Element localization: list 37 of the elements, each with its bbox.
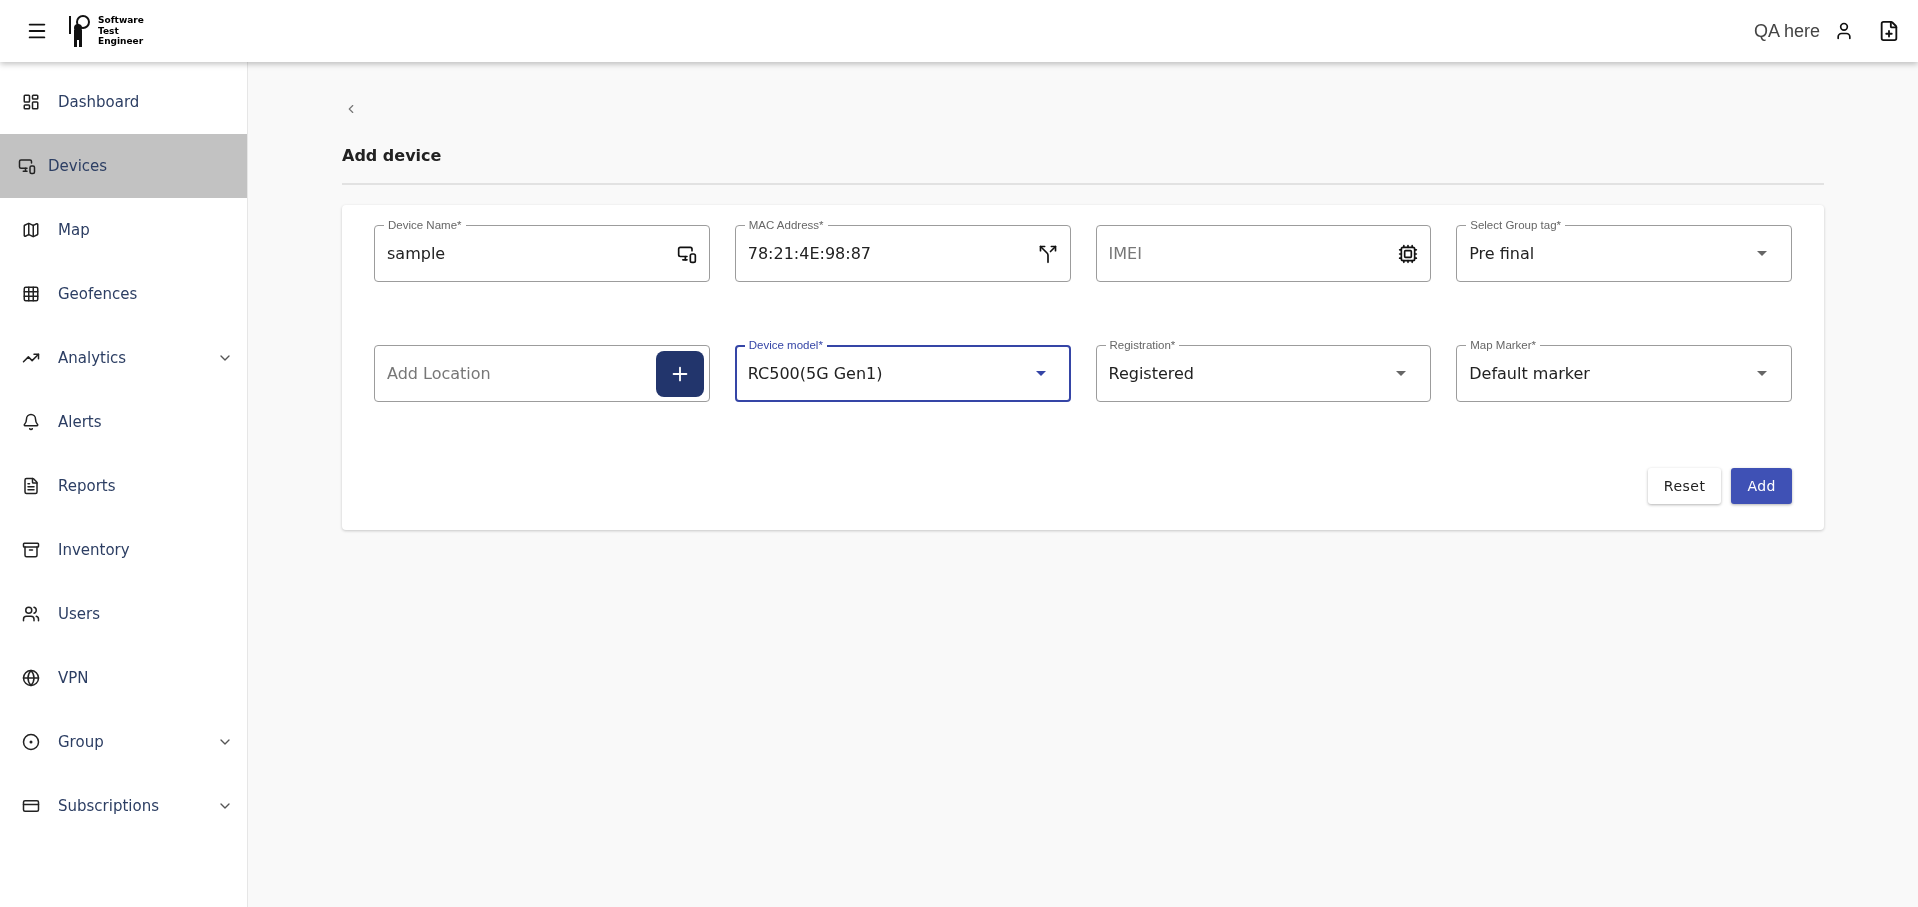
user-icon[interactable] (1834, 21, 1854, 41)
chip-icon (1398, 243, 1419, 264)
bell-icon (22, 413, 40, 431)
user-name: QA here (1753, 20, 1820, 42)
dropdown-caret-icon (1757, 251, 1767, 256)
circle-icon (22, 733, 40, 751)
dashboard-icon (22, 93, 40, 111)
sidebar-item[interactable]: Analytics (0, 326, 247, 390)
dropdown-caret-icon (1396, 371, 1407, 376)
dropdown-caret-icon (1757, 371, 1767, 376)
sidebar-item[interactable]: VPN (0, 646, 247, 710)
document-icon (22, 477, 40, 495)
sidebar-item[interactable]: Devices (0, 134, 247, 198)
dropdown-caret-icon (1035, 371, 1046, 376)
sidebar-item[interactable]: Subscriptions (0, 774, 247, 838)
map-icon (22, 221, 40, 239)
reset-button[interactable]: Reset (1647, 468, 1722, 504)
sidebar-item[interactable]: Inventory (0, 518, 247, 582)
logo-text: Software Test Engineer (98, 14, 144, 48)
devices-icon (18, 157, 36, 175)
users-icon (22, 605, 40, 623)
sidebar-item[interactable]: Dashboard (0, 70, 247, 134)
sidebar-item[interactable]: Geofences (0, 262, 247, 326)
sidebar-item[interactable]: Alerts (0, 390, 247, 454)
split-arrow-icon (1037, 243, 1058, 264)
page-title: Add device (342, 146, 443, 165)
sidebar-item[interactable]: Group (0, 710, 247, 774)
archive-icon (22, 541, 40, 559)
card-icon (22, 797, 40, 815)
add-location-button[interactable] (655, 350, 704, 397)
sidebar-item[interactable]: Users (0, 582, 247, 646)
sidebar-item[interactable]: Map (0, 198, 247, 262)
add-button[interactable]: Add (1731, 468, 1792, 504)
file-plus-icon[interactable] (1878, 20, 1900, 42)
grid-icon (22, 285, 40, 303)
globe-icon (22, 669, 40, 687)
sidebar-item[interactable]: Reports (0, 454, 247, 518)
